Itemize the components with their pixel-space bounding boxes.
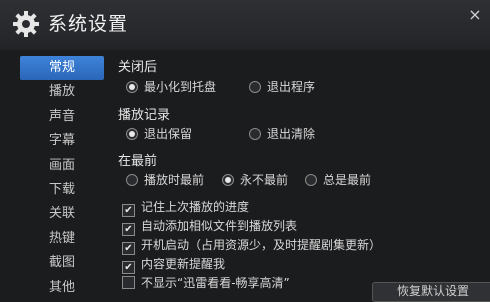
radio-top-when-playing[interactable]: 播放时最前	[126, 171, 204, 189]
radio-button-icon[interactable]	[126, 81, 138, 93]
radio-label: 播放时最前	[144, 173, 205, 187]
settings-panel: 关闭后 最小化到托盘 退出程序 播放记录 退出保留 退出清除 在最前 播放时最前…	[116, 54, 490, 291]
sidebar-item-sound[interactable]: 声音	[20, 105, 104, 129]
radio-label: 总是最前	[323, 173, 372, 187]
radio-minimize-tray[interactable]: 最小化到托盘	[126, 78, 216, 96]
radio-label: 永不最前	[240, 173, 289, 187]
radio-never-top[interactable]: 永不最前	[222, 171, 288, 189]
radio-button-icon[interactable]	[126, 128, 138, 140]
radio-button-icon[interactable]	[305, 174, 317, 186]
checkbox-label: 不显示“迅雷看看-畅享高清”	[141, 276, 290, 290]
radio-label: 退出保留	[144, 127, 193, 141]
radio-button-icon[interactable]	[222, 174, 234, 186]
radio-keep-on-exit[interactable]: 退出保留	[126, 125, 192, 143]
checkbox-startup[interactable]: ✔ 开机启动（占用资源少，及时提醒剧集更新）	[122, 236, 382, 255]
window-title: 系统设置	[48, 13, 129, 35]
section-title-close: 关闭后	[118, 60, 158, 75]
checkbox-icon[interactable]: ✔	[122, 261, 135, 274]
sidebar-item-other[interactable]: 其他	[20, 276, 104, 300]
checkbox-icon[interactable]: ✔	[122, 242, 135, 255]
sidebar-item-subtitles[interactable]: 字幕	[20, 129, 104, 153]
checkbox-icon[interactable]: ✔	[122, 223, 135, 236]
radio-label: 最小化到托盘	[144, 80, 217, 94]
radio-always-top[interactable]: 总是最前	[305, 171, 371, 189]
section-title-history: 播放记录	[118, 108, 171, 123]
checkbox-remember-progress[interactable]: ✔ 记住上次播放的进度	[122, 198, 250, 217]
sidebar: 常规 播放 声音 字幕 画面 下载 关联 热键 截图 其他	[18, 56, 110, 295]
radio-button-icon[interactable]	[126, 174, 138, 186]
sidebar-item-hotkeys[interactable]: 热键	[20, 227, 104, 251]
radio-clear-on-exit[interactable]: 退出清除	[249, 125, 315, 143]
sidebar-item-association[interactable]: 关联	[20, 202, 104, 226]
sidebar-item-screenshot[interactable]: 截图	[20, 251, 104, 275]
radio-button-icon[interactable]	[249, 81, 261, 93]
checkbox-icon[interactable]: ✔	[122, 204, 135, 217]
sidebar-item-playback[interactable]: 播放	[20, 80, 104, 104]
sidebar-item-download[interactable]: 下载	[20, 178, 104, 202]
checkbox-icon[interactable]	[122, 276, 135, 289]
radio-label: 退出程序	[267, 80, 316, 94]
checkbox-hide-promo[interactable]: 不显示“迅雷看看-畅享高清”	[122, 274, 290, 292]
sidebar-item-general[interactable]: 常规	[20, 56, 104, 81]
checkbox-auto-add-similar[interactable]: ✔ 自动添加相似文件到播放列表	[122, 217, 298, 236]
checkbox-label: 开机启动（占用资源少，及时提醒剧集更新）	[141, 238, 382, 252]
checkbox-label: 内容更新提醒我	[141, 257, 226, 271]
checkbox-label: 记住上次播放的进度	[141, 200, 250, 214]
radio-label: 退出清除	[267, 127, 316, 141]
title-bar: 系统设置 ×	[0, 0, 490, 50]
radio-exit-program[interactable]: 退出程序	[249, 78, 315, 96]
restore-defaults-button[interactable]: 恢复默认设置	[372, 282, 490, 302]
sidebar-item-picture[interactable]: 画面	[20, 154, 104, 178]
radio-button-icon[interactable]	[249, 128, 261, 140]
checkbox-label: 自动添加相似文件到播放列表	[141, 219, 298, 233]
checkbox-update-reminder[interactable]: ✔ 内容更新提醒我	[122, 255, 226, 274]
close-icon[interactable]: ×	[468, 7, 482, 23]
gear-icon	[13, 11, 39, 37]
section-title-on-top: 在最前	[118, 154, 158, 169]
